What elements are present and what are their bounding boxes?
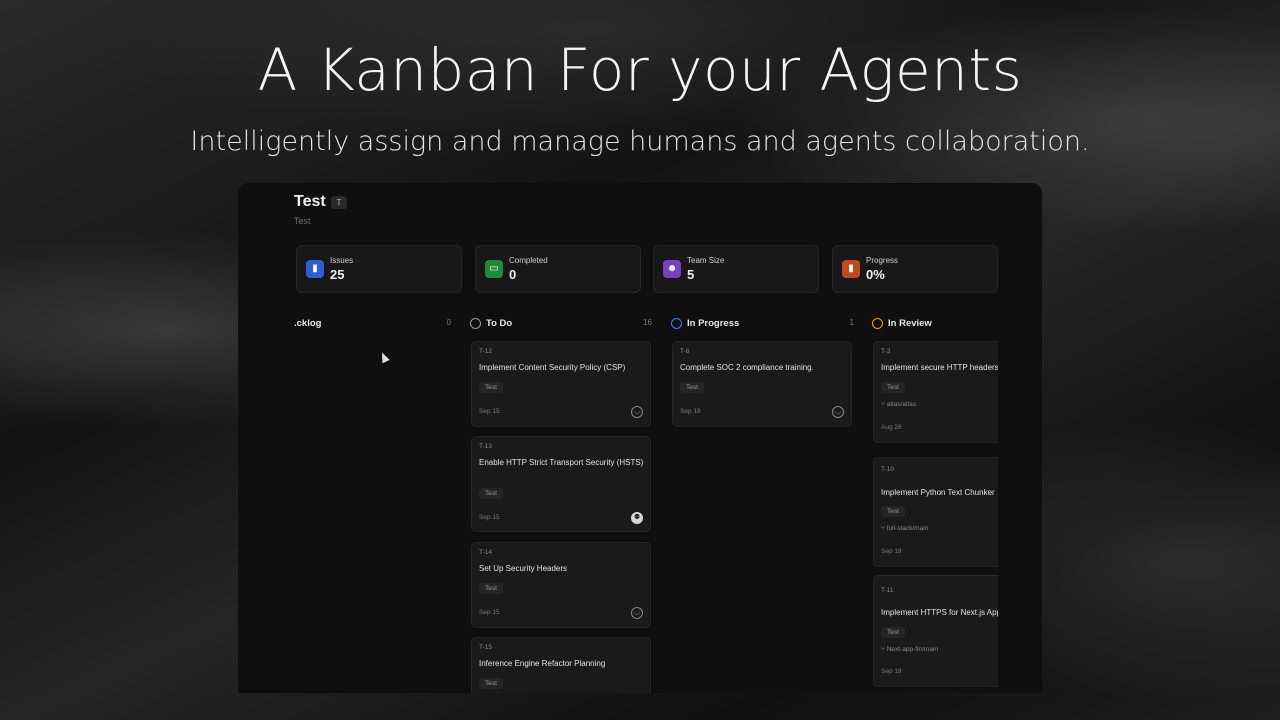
stat-label: Progress: [866, 256, 899, 265]
branch-label: ⑂ Next-app-fin/main: [881, 646, 938, 653]
column-header-in-review[interactable]: In Review: [872, 317, 998, 331]
issue-title: Implement HTTPS for Next.js App: [881, 608, 998, 617]
chart-icon: ▮: [306, 260, 324, 278]
stat-label: Team Size: [687, 256, 725, 265]
issue-tag: Test: [479, 382, 503, 393]
column-header-in-progress[interactable]: In Progress 1: [671, 317, 854, 331]
issue-title: Enable HTTP Strict Transport Security (H…: [479, 458, 644, 467]
issue-date: Sep 18: [881, 668, 902, 675]
status-circle-icon: [872, 318, 883, 329]
issue-card[interactable]: T-11 Implement HTTPS for Next.js App Tes…: [873, 575, 998, 687]
issue-date: Sep 18: [680, 408, 701, 415]
stat-card-progress: ▮ Progress 0%: [832, 245, 998, 293]
column-header-todo[interactable]: To Do 16: [470, 317, 652, 331]
column-name: To Do: [486, 318, 513, 329]
users-icon: ☻: [663, 260, 681, 278]
issue-title: Set Up Security Headers: [479, 564, 568, 573]
stat-card-team-size: ☻ Team Size 5: [653, 245, 819, 293]
stat-value: 25: [330, 267, 345, 282]
project-key-badge: T: [331, 196, 347, 209]
issue-id: T-12: [479, 348, 493, 355]
avatar-icon[interactable]: ⚉: [631, 512, 643, 524]
column-count: 16: [643, 318, 652, 327]
issue-tag: Test: [881, 506, 905, 517]
issue-id: T-15: [479, 644, 493, 651]
issue-card[interactable]: T-10 Implement Python Text Chunker Test …: [873, 457, 998, 567]
chart-icon: ▮: [842, 260, 860, 278]
issue-card[interactable]: T-8 Complete SOC 2 compliance training. …: [672, 341, 852, 427]
project-description: Test: [294, 216, 311, 226]
branch-name: Next-app-fin/main: [886, 646, 939, 653]
stat-label: Issues: [330, 256, 354, 265]
status-circle-icon: [671, 318, 682, 329]
issue-tag: Test: [479, 488, 503, 499]
issue-date: Aug 26: [881, 424, 902, 431]
issue-card[interactable]: T-14 Set Up Security Headers Test Sep 15…: [471, 542, 651, 628]
issue-id: T-14: [479, 549, 493, 556]
branch-label: ⑂ atlas/atlas: [881, 401, 916, 408]
issue-id: T-10: [881, 466, 895, 473]
branch-label: ⑂ full-stack/main: [881, 525, 928, 532]
stat-label: Completed: [509, 256, 548, 265]
branch-name: full-stack/main: [886, 525, 929, 532]
issue-tag: Test: [881, 382, 905, 393]
issue-title: Complete SOC 2 compliance training.: [680, 363, 814, 372]
issue-tag: Test: [680, 382, 704, 393]
hero-subtitle: Intelligently assign and manage humans a…: [190, 126, 1090, 157]
hero-title: A Kanban For your Agents: [257, 36, 1023, 104]
issue-tag: Test: [881, 627, 905, 638]
issue-card[interactable]: T-3 Implement secure HTTP headers Test ⑂…: [873, 341, 998, 443]
stat-card-completed: ▭ Completed 0: [475, 245, 641, 293]
user-avatar-icon[interactable]: ◡: [832, 406, 844, 418]
issue-title: Inference Engine Refactor Planning: [479, 659, 606, 668]
issue-card[interactable]: T-12 Implement Content Security Policy (…: [471, 341, 651, 427]
kanban-board: Test T Test ▮ Issues 25 ▭ Completed 0 ☻ …: [294, 183, 998, 693]
column-header-backlog[interactable]: .cklog 0: [294, 317, 451, 331]
issue-card[interactable]: T-15 Inference Engine Refactor Planning …: [471, 637, 651, 693]
issue-id: T-11: [881, 587, 894, 594]
issue-tag: Test: [479, 678, 503, 689]
issue-tag: Test: [479, 583, 503, 594]
column-count: 0: [446, 318, 451, 327]
stat-card-issues: ▮ Issues 25: [296, 245, 462, 293]
stat-value: 0%: [866, 267, 885, 282]
issue-date: Sep 15: [479, 609, 500, 616]
issue-date: Sep 15: [479, 408, 500, 415]
project-title: Test: [294, 193, 326, 210]
branch-name: atlas/atlas: [886, 401, 916, 408]
column-name: In Review: [888, 318, 932, 329]
column-count: 1: [849, 318, 854, 327]
column-name: .cklog: [294, 318, 322, 329]
issue-date: Sep 15: [479, 514, 500, 521]
issue-id: T-3: [881, 348, 891, 355]
status-circle-icon: [470, 318, 481, 329]
stat-value: 5: [687, 267, 695, 282]
issue-card[interactable]: T-13 Enable HTTP Strict Transport Securi…: [471, 436, 651, 532]
user-avatar-icon[interactable]: ◡: [631, 406, 643, 418]
issue-title: Implement Content Security Policy (CSP): [479, 363, 626, 372]
issue-id: T-8: [680, 348, 690, 355]
stat-value: 0: [509, 267, 517, 282]
issue-title: Implement Python Text Chunker: [881, 488, 995, 497]
issue-date: Sep 18: [881, 548, 902, 555]
issue-id: T-13: [479, 443, 493, 450]
column-name: In Progress: [687, 318, 740, 329]
issue-title: Implement secure HTTP headers: [881, 363, 998, 372]
user-avatar-icon[interactable]: ◡: [631, 607, 643, 619]
app-window: Test T Test ▮ Issues 25 ▭ Completed 0 ☻ …: [238, 183, 1042, 693]
calendar-icon: ▭: [485, 260, 503, 278]
